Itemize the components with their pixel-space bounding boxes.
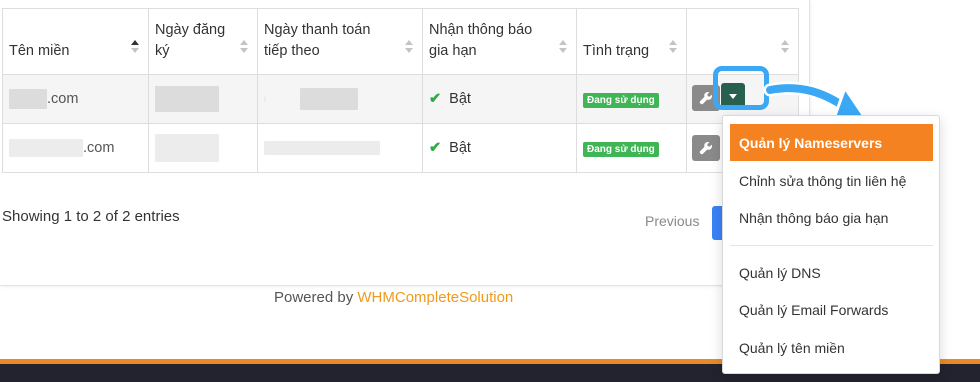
- registered-date-cell: [148, 123, 258, 173]
- status-badge: Đang sử dụng: [583, 92, 659, 108]
- column-header-actions[interactable]: [686, 8, 799, 75]
- next-due-date-cell: [257, 74, 423, 124]
- renewal-status-text: Bật: [449, 91, 471, 107]
- wrench-icon: [699, 141, 713, 155]
- table-row: .com ✔ Bật Đang sử dụng: [2, 74, 799, 124]
- sort-arrows-icon: [240, 40, 249, 54]
- column-header-status-label: Tình trạng: [583, 43, 650, 59]
- column-header-domain[interactable]: Tên miền: [2, 8, 149, 75]
- menu-item-renewal-notifications[interactable]: Nhận thông báo gia hạn: [730, 199, 933, 236]
- menu-item-manage-email-forwards[interactable]: Quản lý Email Forwards: [730, 291, 933, 328]
- menu-item-manage-dns[interactable]: Quản lý DNS: [730, 254, 933, 291]
- renewal-status-text: Bật: [449, 140, 471, 156]
- next-due-date-cell: [257, 123, 423, 173]
- domain-actions-dropdown: Quản lý Nameservers Chỉnh sửa thông tin …: [722, 115, 940, 374]
- column-header-status[interactable]: Tình trạng: [576, 8, 687, 75]
- redacted-domain-name: [9, 89, 47, 109]
- check-icon: ✔: [429, 91, 442, 107]
- domains-card: Tên miền Ngày đăng ký Ngày thanh toán ti…: [0, 0, 810, 286]
- status-cell: Đang sử dụng: [576, 74, 687, 124]
- domain-cell: .com: [2, 74, 149, 124]
- wrench-icon: [699, 91, 713, 105]
- redacted-date: [264, 96, 266, 102]
- column-header-next-due-label: Ngày thanh toán tiếp theo: [264, 22, 371, 59]
- status-badge: Đang sử dụng: [583, 141, 659, 157]
- column-header-renewal-notice-label: Nhận thông báo gia hạn: [429, 22, 533, 59]
- redacted-date: [155, 134, 219, 162]
- pagination-info: Showing 1 to 2 of 2 entries: [2, 208, 180, 225]
- column-header-renewal-notice[interactable]: Nhận thông báo gia hạn: [422, 8, 577, 75]
- sort-arrows-icon: [405, 40, 414, 54]
- domain-cell: .com: [2, 123, 149, 173]
- check-icon: ✔: [429, 140, 442, 156]
- column-header-registered[interactable]: Ngày đăng ký: [148, 8, 258, 75]
- table-row: .com ✔ Bật Đang sử dụng: [2, 123, 799, 173]
- status-cell: Đang sử dụng: [576, 123, 687, 173]
- table-header-row: Tên miền Ngày đăng ký Ngày thanh toán ti…: [2, 8, 799, 75]
- domain-suffix: .com: [83, 140, 115, 156]
- sort-arrows-icon: [559, 40, 568, 54]
- manage-domain-button[interactable]: [692, 135, 720, 161]
- powered-by-footer: Powered by WHMCompleteSolution: [274, 289, 513, 306]
- menu-item-edit-contact-info[interactable]: Chỉnh sửa thông tin liên hệ: [730, 162, 933, 199]
- column-header-domain-label: Tên miền: [9, 43, 70, 59]
- sort-arrows-icon: [131, 40, 140, 54]
- renewal-notice-cell: ✔ Bật: [422, 123, 577, 173]
- redacted-domain-name: [9, 139, 83, 157]
- highlight-frame: [713, 66, 769, 110]
- menu-divider: [730, 245, 933, 246]
- domain-suffix: .com: [47, 91, 79, 107]
- menu-item-manage-domain[interactable]: Quản lý tên miền: [730, 329, 933, 366]
- redacted-date: [264, 141, 380, 156]
- renewal-notice-cell: ✔ Bật: [422, 74, 577, 124]
- domains-table: Tên miền Ngày đăng ký Ngày thanh toán ti…: [2, 8, 799, 173]
- redacted-date: [155, 86, 219, 112]
- registered-date-cell: [148, 74, 258, 124]
- previous-page-button[interactable]: Previous: [645, 213, 699, 229]
- sort-arrows-icon: [781, 40, 790, 54]
- column-header-registered-label: Ngày đăng ký: [155, 22, 226, 59]
- redacted-date: [300, 88, 359, 110]
- powered-by-text: Powered by: [274, 289, 358, 306]
- menu-item-manage-nameservers[interactable]: Quản lý Nameservers: [730, 124, 933, 161]
- sort-arrows-icon: [669, 40, 678, 54]
- column-header-next-due[interactable]: Ngày thanh toán tiếp theo: [257, 8, 423, 75]
- powered-by-brand-link[interactable]: WHMCompleteSolution: [357, 289, 513, 306]
